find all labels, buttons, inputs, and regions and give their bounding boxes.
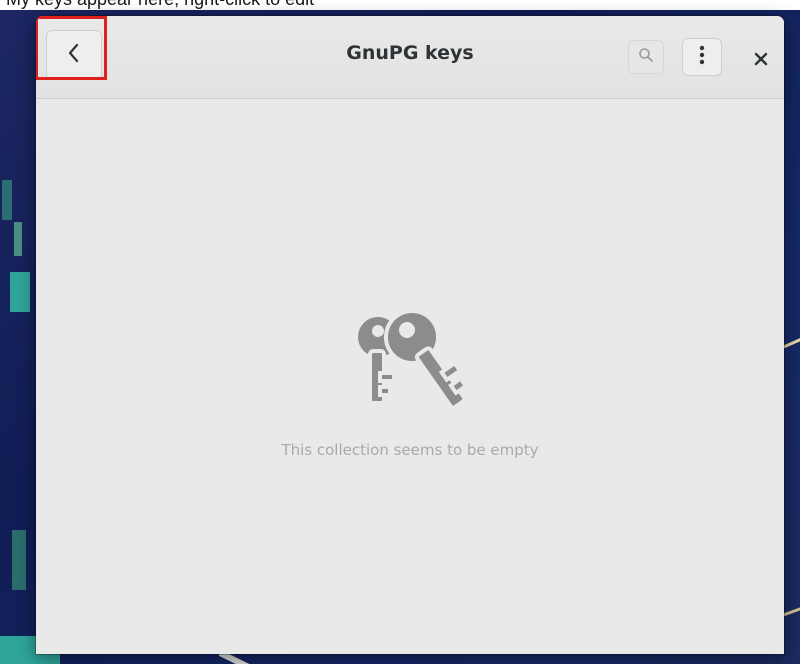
desktop-wallpaper-shape xyxy=(2,180,12,220)
search-icon xyxy=(638,47,654,67)
close-button[interactable] xyxy=(748,46,774,72)
desktop-wallpaper-shape xyxy=(14,222,22,256)
empty-collection-view: This collection seems to be empty xyxy=(36,99,784,654)
keys-icon xyxy=(342,307,472,427)
window-title: GnuPG keys xyxy=(346,42,474,64)
caption-strip: My keys appear here; right-click to edit xyxy=(0,0,800,10)
desktop-wallpaper-shape xyxy=(12,530,26,590)
caption-text: My keys appear here; right-click to edit xyxy=(6,0,314,10)
vertical-ellipsis-icon xyxy=(699,44,705,70)
empty-state-message: This collection seems to be empty xyxy=(281,441,539,459)
menu-button[interactable] xyxy=(682,38,722,76)
gnupg-keys-window: GnuPG keys This collection seems to be e… xyxy=(36,16,784,654)
search-button[interactable] xyxy=(628,40,664,74)
close-icon xyxy=(754,47,768,71)
header-bar: GnuPG keys xyxy=(36,16,784,99)
desktop-wallpaper-shape xyxy=(10,272,30,312)
